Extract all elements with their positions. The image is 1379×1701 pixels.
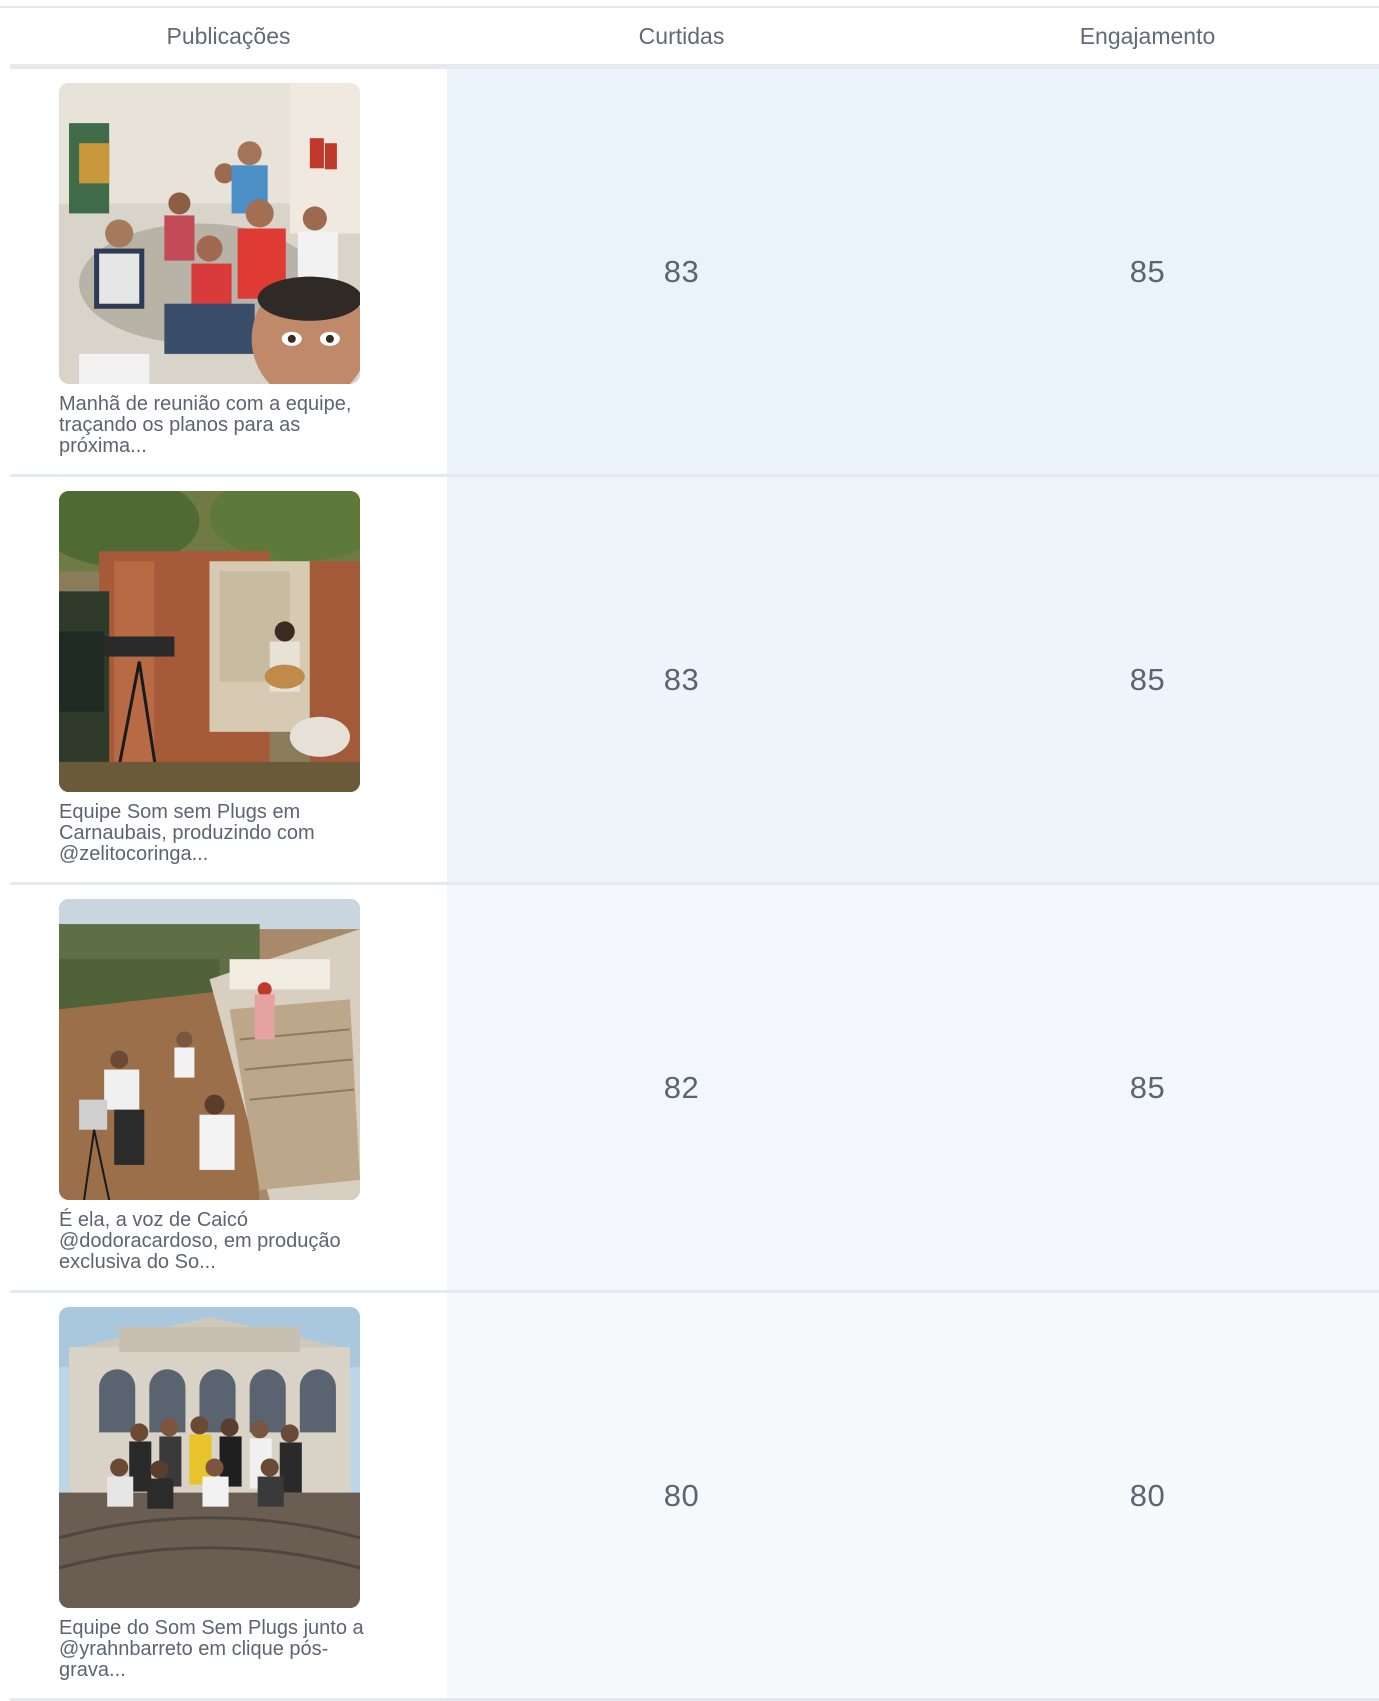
- publication-caption: É ela, a voz de Caicó @dodoracardoso, em…: [59, 1209, 341, 1273]
- publication-thumbnail[interactable]: [59, 1307, 360, 1608]
- header-engagement[interactable]: Engajamento: [916, 8, 1379, 64]
- table-row: Manhã de reunião com a equipe, traçando …: [10, 69, 1379, 477]
- publication-thumbnail[interactable]: [59, 83, 360, 384]
- publication-thumbnail[interactable]: [59, 491, 360, 792]
- likes-value: 83: [447, 69, 916, 474]
- likes-value: 82: [447, 885, 916, 1290]
- engagement-value: 85: [916, 477, 1379, 882]
- likes-value: 80: [447, 1293, 916, 1698]
- table-row: É ela, a voz de Caicó @dodoracardoso, em…: [10, 885, 1379, 1293]
- publication-cell: Equipe Som sem Plugs em Carnaubais, prod…: [10, 477, 447, 882]
- table-row: Equipe Som sem Plugs em Carnaubais, prod…: [10, 477, 1379, 885]
- engagement-value: 80: [916, 1293, 1379, 1698]
- publication-cell: Manhã de reunião com a equipe, traçando …: [10, 69, 447, 474]
- likes-value: 83: [447, 477, 916, 882]
- table-header: Publicações Curtidas Engajamento: [10, 8, 1379, 69]
- publications-table: Publicações Curtidas Engajamento Manhã d…: [10, 8, 1379, 1701]
- publication-caption: Equipe do Som Sem Plugs junto a @yrahnba…: [59, 1617, 364, 1681]
- publication-cell: É ela, a voz de Caicó @dodoracardoso, em…: [10, 885, 447, 1290]
- publication-thumbnail[interactable]: [59, 899, 360, 1200]
- header-likes[interactable]: Curtidas: [447, 8, 916, 64]
- publication-cell: Equipe do Som Sem Plugs junto a @yrahnba…: [10, 1293, 447, 1698]
- header-publications[interactable]: Publicações: [10, 8, 447, 64]
- publication-caption: Manhã de reunião com a equipe, traçando …: [59, 393, 352, 457]
- engagement-value: 85: [916, 885, 1379, 1290]
- table-row: Equipe do Som Sem Plugs junto a @yrahnba…: [10, 1293, 1379, 1701]
- publication-caption: Equipe Som sem Plugs em Carnaubais, prod…: [59, 801, 315, 865]
- engagement-value: 85: [916, 69, 1379, 474]
